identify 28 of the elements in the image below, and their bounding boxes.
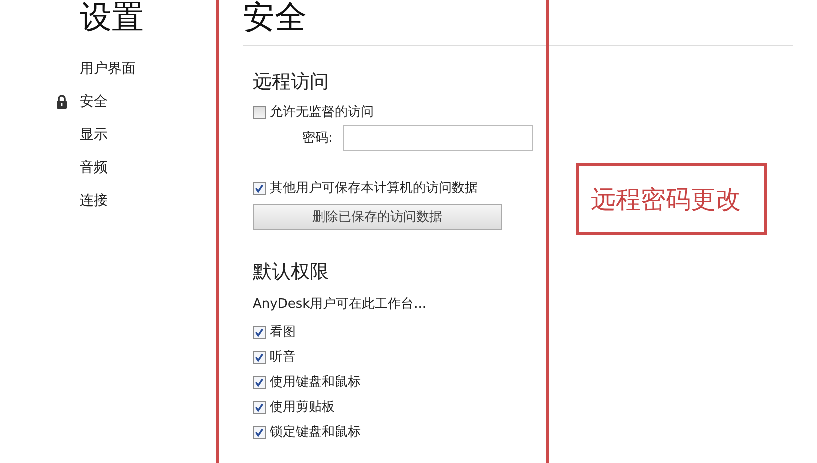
description-text: AnyDesk用户可在此工作台... <box>253 296 428 313</box>
section-heading: 默认权限 <box>253 260 330 285</box>
settings-title: 设置 <box>80 0 145 38</box>
sidebar-item[interactable]: 音频 <box>80 158 108 176</box>
delete-data-button[interactable]: 删除已保存的访问数据 <box>253 204 502 230</box>
annotation-callout: 远程密码更改 <box>576 163 767 235</box>
checkbox[interactable] <box>253 326 266 338</box>
checkbox[interactable] <box>253 426 266 438</box>
sidebar-item[interactable]: 安全 <box>80 92 108 110</box>
checkbox-label: 使用键盘和鼠标 <box>270 374 361 391</box>
section-heading: 远程访问 <box>253 70 330 95</box>
page-title: 安全 <box>243 0 308 38</box>
checkbox[interactable] <box>253 106 266 118</box>
checkbox-label: 锁定键盘和鼠标 <box>270 424 361 441</box>
sidebar-item[interactable]: 用户界面 <box>80 60 136 78</box>
checkbox-label: 听音 <box>270 349 296 366</box>
sidebar-item[interactable]: 连接 <box>80 192 108 210</box>
checkbox[interactable] <box>253 350 266 364</box>
checkbox-label: 使用剪贴板 <box>270 399 335 416</box>
checkbox[interactable] <box>253 376 266 388</box>
checkbox[interactable] <box>253 182 266 194</box>
sidebar-item[interactable]: 显示 <box>80 126 108 144</box>
password-field[interactable] <box>343 125 533 151</box>
checkbox-label: 看图 <box>270 324 296 341</box>
checkbox-label: 允许无监督的访问 <box>270 104 374 121</box>
checkbox-label: 其他用户可保存本计算机的访问数据 <box>270 180 478 197</box>
password-label: 密码: <box>302 130 333 147</box>
checkbox[interactable] <box>253 400 266 414</box>
